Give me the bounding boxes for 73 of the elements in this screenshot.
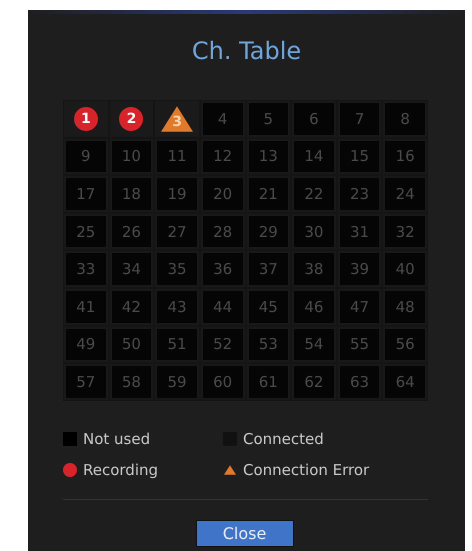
channel-cell[interactable]: 50 xyxy=(112,328,152,360)
channel-cell[interactable]: 12 xyxy=(202,140,242,172)
channel-cell[interactable]: 29 xyxy=(248,216,288,248)
channel-cell[interactable]: 35 xyxy=(157,253,197,285)
channel-cell[interactable]: 10 xyxy=(112,140,152,172)
channel-cell[interactable]: 20 xyxy=(202,178,242,210)
channel-cell[interactable]: 53 xyxy=(248,328,288,360)
channel-cell[interactable]: 25 xyxy=(66,216,106,248)
channel-cell[interactable]: 59 xyxy=(157,366,197,398)
channel-cell[interactable]: 48 xyxy=(385,290,425,323)
channel-cell[interactable]: 52 xyxy=(202,328,242,360)
channel-cell[interactable]: 32 xyxy=(385,216,425,248)
channel-cell[interactable]: 64 xyxy=(385,366,425,398)
channel-cell[interactable]: 9 xyxy=(66,140,106,172)
channel-cell[interactable]: 56 xyxy=(385,328,425,360)
channel-cell[interactable]: 46 xyxy=(294,290,334,323)
channel-cell[interactable]: 51 xyxy=(157,328,197,360)
channel-cell[interactable]: 37 xyxy=(248,253,288,285)
channel-cell[interactable]: 15 xyxy=(340,140,380,172)
warning-triangle-icon xyxy=(161,106,194,132)
channel-cell[interactable]: 5 xyxy=(248,103,288,135)
channel-cell[interactable]: 57 xyxy=(66,366,106,398)
channel-cell[interactable]: 49 xyxy=(66,328,106,360)
channel-cell[interactable]: 47 xyxy=(340,290,380,323)
channel-cell[interactable]: 14 xyxy=(294,140,334,172)
channel-cell[interactable]: 34 xyxy=(112,253,152,285)
channel-cell[interactable]: 44 xyxy=(202,290,242,323)
channel-cell[interactable]: 31 xyxy=(340,216,380,248)
channel-cell[interactable]: 63 xyxy=(340,366,380,398)
channel-cell[interactable]: 43 xyxy=(157,290,197,323)
channel-cell[interactable]: 62 xyxy=(294,366,334,398)
close-button[interactable]: Close xyxy=(196,520,294,547)
channel-cell[interactable]: 60 xyxy=(202,366,242,398)
channel-cell[interactable]: 21 xyxy=(248,178,288,210)
channel-cell[interactable]: 33 xyxy=(66,253,106,285)
channel-cell[interactable]: 61 xyxy=(248,366,288,398)
channel-cell[interactable]: 54 xyxy=(294,328,334,360)
channel-cell[interactable]: 58 xyxy=(112,366,152,398)
warning-triangle-icon xyxy=(224,464,236,475)
channel-cell[interactable]: 8 xyxy=(385,103,425,135)
channel-cell[interactable]: 11 xyxy=(157,140,197,172)
legend-label: Connected xyxy=(243,428,324,449)
channel-cell[interactable]: 24 xyxy=(385,178,425,210)
channel-cell[interactable]: 22 xyxy=(294,178,334,210)
recording-badge[interactable]: 2 xyxy=(119,106,144,131)
channel-cell[interactable]: 41 xyxy=(66,290,106,323)
channel-cell[interactable]: 26 xyxy=(112,216,152,248)
channel-cell[interactable]: 13 xyxy=(248,140,288,172)
channel-cell[interactable]: 39 xyxy=(340,253,380,285)
legend-label: Not used xyxy=(83,428,150,449)
dialog-title: Ch. Table xyxy=(190,36,302,67)
not-used-swatch-icon xyxy=(63,432,77,446)
channel-cell[interactable]: 45 xyxy=(248,290,288,323)
channel-cell[interactable]: 19 xyxy=(157,178,197,210)
circle-icon xyxy=(63,462,77,477)
channel-cell[interactable]: 55 xyxy=(340,328,380,360)
channel-cell[interactable]: 18 xyxy=(112,178,152,210)
channel-cell[interactable]: 7 xyxy=(340,103,380,135)
channel-cell[interactable]: 38 xyxy=(294,253,334,285)
channel-cell[interactable]: 4 xyxy=(202,103,242,135)
channel-cell[interactable]: 16 xyxy=(385,140,425,172)
channel-cell[interactable]: 28 xyxy=(202,216,242,248)
channel-cell[interactable]: 27 xyxy=(157,216,197,248)
legend-label: Recording xyxy=(83,460,158,480)
legend-label: Connection Error xyxy=(243,460,370,480)
channel-cell[interactable]: 17 xyxy=(66,178,106,210)
channel-cell[interactable]: 36 xyxy=(202,253,242,285)
channel-cell[interactable]: 30 xyxy=(294,216,334,248)
channel-cell[interactable]: 23 xyxy=(340,178,380,210)
channel-cell[interactable]: 40 xyxy=(385,253,425,285)
channel-cell[interactable]: 6 xyxy=(294,103,334,135)
recording-badge[interactable]: 1 xyxy=(74,106,98,131)
channel-cell[interactable]: 42 xyxy=(112,290,152,323)
